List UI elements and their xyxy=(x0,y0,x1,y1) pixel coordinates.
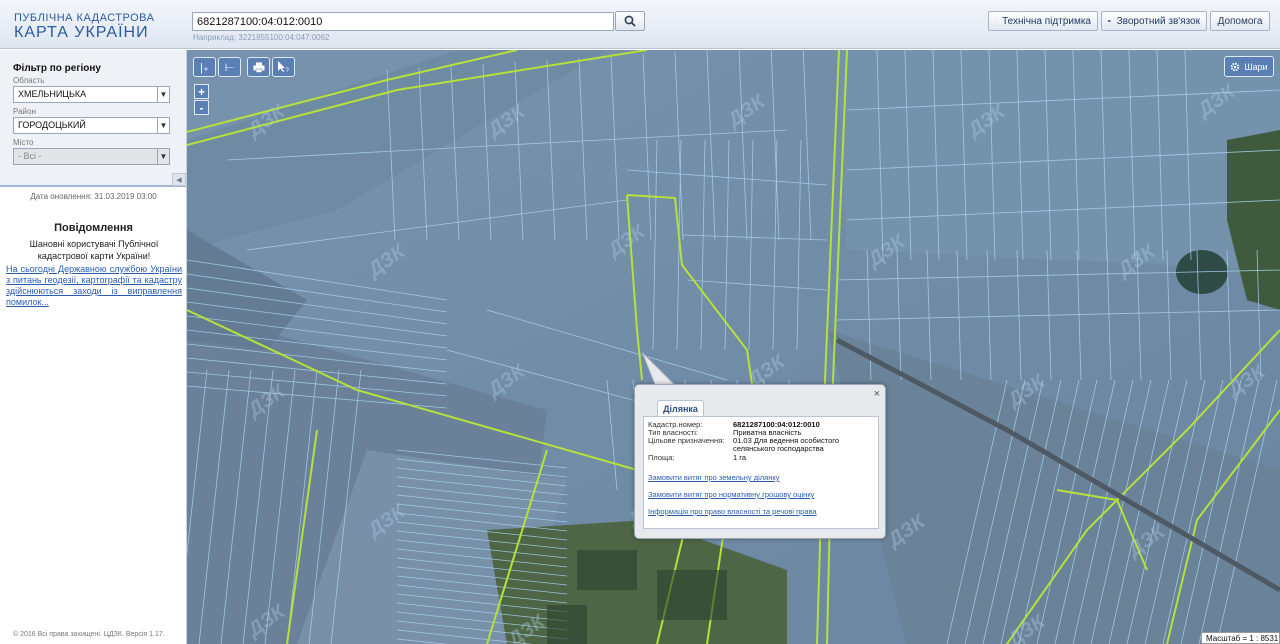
search-hint: Наприклад: 3221855100:04:047:0062 xyxy=(193,33,330,42)
satellite-map[interactable] xyxy=(187,50,1280,644)
support-label: Технічна підтримка xyxy=(1002,15,1091,27)
parcel-info-popup: × Ділянка Кадастр.номер: 6821287100:04:0… xyxy=(634,384,886,539)
logo-line2: КАРТА УКРАЇНИ xyxy=(14,24,149,41)
order-parcel-extract-link[interactable]: Замовити витяг про земельну ділянку xyxy=(648,473,780,482)
identify-button[interactable]: ? xyxy=(272,57,295,77)
help-button[interactable]: Допомога xyxy=(1210,11,1270,31)
cursor-question-icon: ? xyxy=(278,61,290,73)
copyright: © 2016 Всі права захищені. ЦДЗК. Версія … xyxy=(13,631,165,638)
envelope-icon xyxy=(1108,20,1111,22)
district-value: ГОРОДОЦЬКИЙ xyxy=(18,120,86,130)
gear-icon xyxy=(1231,62,1240,71)
ownership-info-link[interactable]: Інформація про право власності та речові… xyxy=(648,507,817,516)
filter-title: Фільтр по регіону xyxy=(13,63,101,74)
region-select[interactable]: ХМЕЛЬНИЦЬКА ▼ xyxy=(13,86,170,103)
parcel-details: Кадастр.номер: 6821287100:04:012:0010 Ти… xyxy=(643,416,879,529)
region-label: Область xyxy=(13,76,45,85)
purpose-label: Цільове призначення: xyxy=(648,436,725,445)
layers-label: Шари xyxy=(1244,61,1268,72)
purpose-value: 01.03 Для ведення особистого селянського… xyxy=(733,436,840,453)
ruler-icon: |₊ xyxy=(200,61,209,74)
map-view[interactable]: ДЗК ДЗК ДЗК ДЗК ДЗК ДЗК ДЗК ДЗК ДЗК ДЗК ДЗК ДЗК ДЗК Д… xyxy=(187,50,1280,644)
notice-title: Повідомлення xyxy=(54,222,133,234)
print-button[interactable] xyxy=(247,57,270,77)
area-tool-button[interactable]: ⊢ xyxy=(218,57,241,77)
chevron-left-icon: ◀ xyxy=(176,176,182,184)
chevron-down-icon: ▼ xyxy=(157,87,169,102)
zoom-in-button[interactable]: + xyxy=(194,84,209,99)
area-value: 1 га xyxy=(733,453,746,462)
feedback-label: Зворотний зв'язок xyxy=(1116,15,1200,27)
notice-body: Шановні користувачі Публічної кадастрово… xyxy=(29,239,159,261)
notice-link[interactable]: На сьогодні Державною службою України з … xyxy=(6,264,182,308)
map-toolbar: |₊ ⊢ ? xyxy=(193,57,295,77)
ruler-tool-button[interactable]: |₊ xyxy=(193,57,216,77)
district-select[interactable]: ГОРОДОЦЬКИЙ ▼ xyxy=(13,117,170,134)
chevron-down-icon: ▼ xyxy=(157,149,169,164)
header: ПУБЛІЧНА КАДАСТРОВА КАРТА УКРАЇНИ Наприк… xyxy=(0,0,1280,49)
svg-text:?: ? xyxy=(286,68,290,73)
help-label: Допомога xyxy=(1217,15,1263,27)
logo-line1: ПУБЛІЧНА КАДАСТРОВА xyxy=(14,12,155,24)
order-valuation-extract-link[interactable]: Замовити витяг про нормативну грошову оц… xyxy=(648,490,814,499)
search-button[interactable] xyxy=(615,11,645,31)
city-value: - Всі - xyxy=(18,151,42,161)
region-filter: Фільтр по регіону Область ХМЕЛЬНИЦЬКА ▼ … xyxy=(0,50,186,187)
layers-button[interactable]: Шари xyxy=(1224,56,1274,77)
district-label: Район xyxy=(13,107,36,116)
tab-parcel[interactable]: Ділянка xyxy=(657,400,704,417)
printer-icon xyxy=(253,62,264,73)
collapse-sidebar-button[interactable]: ◀ xyxy=(172,173,186,186)
chevron-down-icon: ▼ xyxy=(157,118,169,133)
zoom-out-button[interactable]: - xyxy=(194,100,209,115)
region-value: ХМЕЛЬНИЦЬКА xyxy=(18,89,87,99)
city-label: Місто xyxy=(13,138,34,147)
scale-indicator: Масштаб = 1 : 8531 xyxy=(1201,632,1280,644)
close-icon[interactable]: × xyxy=(874,388,880,400)
area-label: Площа: xyxy=(648,453,675,462)
feedback-button[interactable]: Зворотний зв'язок xyxy=(1101,11,1207,31)
area-measure-icon: ⊢ xyxy=(224,61,235,74)
search-icon xyxy=(624,15,636,27)
support-button[interactable]: Технічна підтримка xyxy=(988,11,1098,31)
tools-icon xyxy=(995,20,997,22)
sidebar: Фільтр по регіону Область ХМЕЛЬНИЦЬКА ▼ … xyxy=(0,50,187,644)
logo[interactable]: ПУБЛІЧНА КАДАСТРОВА КАРТА УКРАЇНИ xyxy=(14,12,154,41)
cadastral-search-input[interactable] xyxy=(192,12,614,31)
update-date: Дата оновлення: 31.03.2019 03:00 xyxy=(30,192,157,201)
city-select[interactable]: - Всі - ▼ xyxy=(13,148,170,165)
